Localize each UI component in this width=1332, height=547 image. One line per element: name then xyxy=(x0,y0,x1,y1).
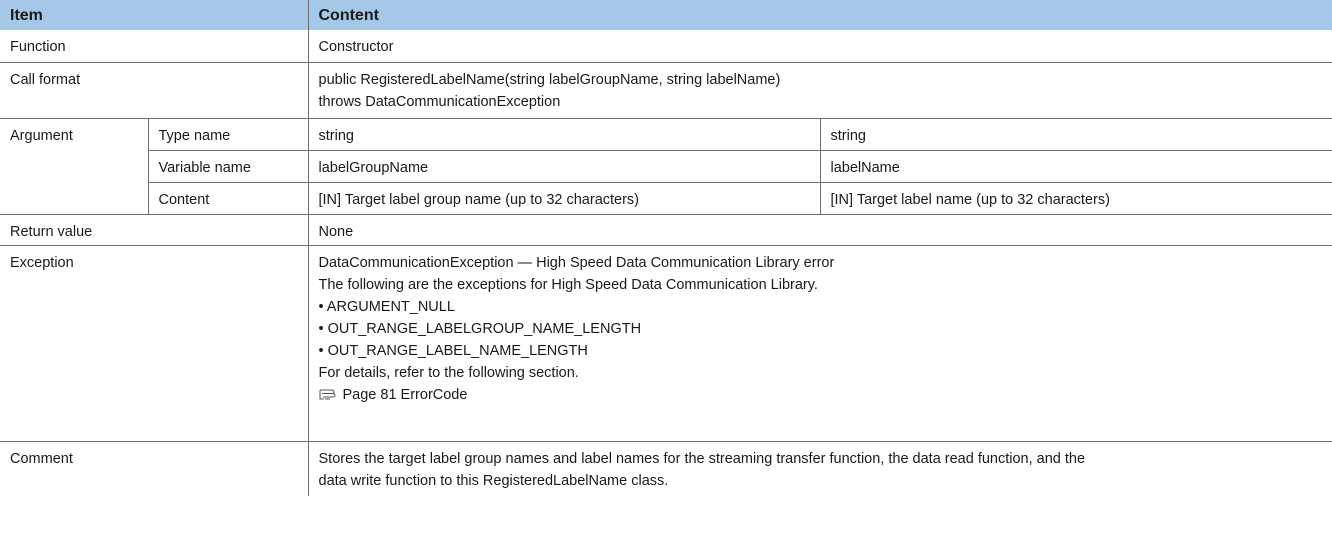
comment-row: Comment Stores the target label group na… xyxy=(0,441,1332,496)
header-row: Item Content xyxy=(0,0,1332,30)
argument-label: Argument xyxy=(0,118,148,215)
function-label: Function xyxy=(0,30,308,63)
return-value-row: Return value None xyxy=(0,214,1332,246)
exception-line: • OUT_RANGE_LABEL_NAME_LENGTH xyxy=(318,342,588,359)
argument-cell: labelGroupName xyxy=(307,150,820,183)
argument-row: Variable name labelGroupName labelName xyxy=(0,150,1332,183)
errorcode-reference-link[interactable]: Page 81 ErrorCode xyxy=(319,384,1332,406)
comment-value: Stores the target label group names and … xyxy=(307,441,1332,496)
argument-row: Argument Type name string string xyxy=(0,118,1332,215)
call-format-line: throws DataCommunicationException xyxy=(318,93,561,110)
argument-cell: string xyxy=(307,118,820,151)
argument-sub-label: Content xyxy=(147,182,308,215)
argument-sub-label: Type name xyxy=(147,118,308,151)
exception-line: The following are the exceptions for Hig… xyxy=(318,276,818,293)
exception-line: • ARGUMENT_NULL xyxy=(318,298,455,315)
argument-cell: [IN] Target label name (up to 32 charact… xyxy=(819,182,1332,215)
comment-line: Stores the target label group names and … xyxy=(318,450,1086,467)
argument-cell: string xyxy=(819,118,1332,151)
return-value-value: None xyxy=(307,214,1332,246)
exception-label: Exception xyxy=(0,245,308,442)
function-row: Function Constructor xyxy=(0,30,1332,63)
header-item: Item xyxy=(0,0,308,30)
argument-row: Content [IN] Target label group name (up… xyxy=(0,182,1332,215)
call-format-value: public RegisteredLabelName(string labelG… xyxy=(307,62,1332,119)
exception-value: DataCommunicationException — High Speed … xyxy=(307,245,1332,442)
call-format-row: Call format public RegisteredLabelName(s… xyxy=(0,62,1332,119)
api-spec-table: Item Content Function Constructor Call f… xyxy=(0,0,1332,496)
comment-line: data write function to this RegisteredLa… xyxy=(318,472,669,489)
errorcode-reference-text[interactable]: Page 81 ErrorCode xyxy=(343,387,468,403)
comment-label: Comment xyxy=(10,450,73,467)
argument-cell: labelName xyxy=(819,150,1332,183)
call-format-line: public RegisteredLabelName(string labelG… xyxy=(318,71,781,88)
exception-line: For details, refer to the following sect… xyxy=(318,364,579,381)
header-content: Content xyxy=(307,0,1332,30)
return-value-label: Return value xyxy=(0,214,308,246)
call-format-label: Call format xyxy=(0,62,308,119)
function-value: Constructor xyxy=(307,30,1332,63)
exception-line: DataCommunicationException — High Speed … xyxy=(318,254,835,271)
exception-line: • OUT_RANGE_LABELGROUP_NAME_LENGTH xyxy=(318,320,642,337)
pointing-hand-icon xyxy=(319,386,337,400)
exception-row: Exception DataCommunicationException — H… xyxy=(0,245,1332,442)
argument-cell: [IN] Target label group name (up to 32 c… xyxy=(307,182,820,215)
argument-sub-label: Variable name xyxy=(147,150,308,183)
